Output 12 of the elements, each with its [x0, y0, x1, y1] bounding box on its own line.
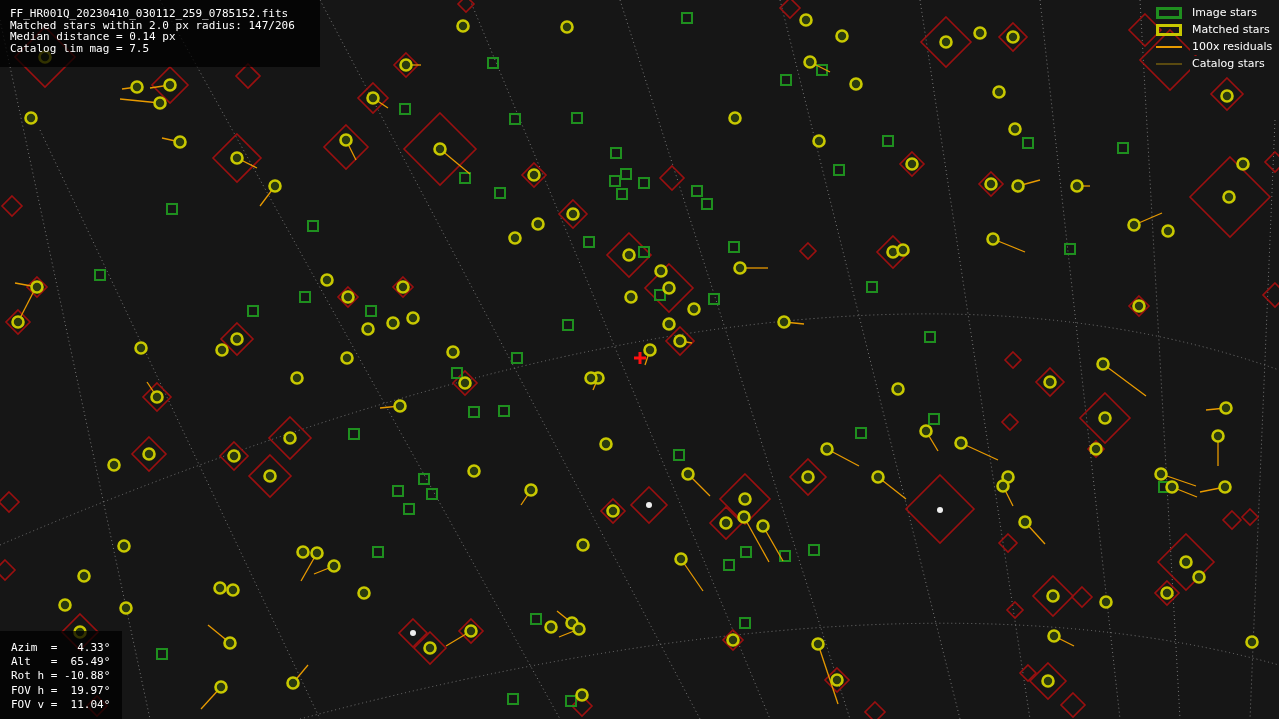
info-line: FOV v = 11.04° — [11, 697, 111, 712]
info-line: Azim = 4.33° — [11, 641, 111, 656]
legend-label: Catalog stars — [1190, 56, 1267, 72]
info-line: Catalog lim mag = 7.5 — [10, 42, 150, 54]
legend-label: 100x residuals — [1190, 39, 1275, 55]
legend-label: Image stars — [1190, 5, 1259, 21]
info-line: Rot h = -10.88° — [11, 669, 111, 684]
info-line: FOV h = 19.97° — [11, 683, 111, 698]
info-line: Median distance = 0.14 px — [10, 31, 176, 43]
info-line: Matched stars within 2.0 px radius: 147/206 — [10, 19, 295, 31]
info-line: Alt = 65.49° — [11, 655, 111, 670]
info-line: FF_HR001Q_20230410_030112_259_0785152.fits — [10, 8, 289, 20]
